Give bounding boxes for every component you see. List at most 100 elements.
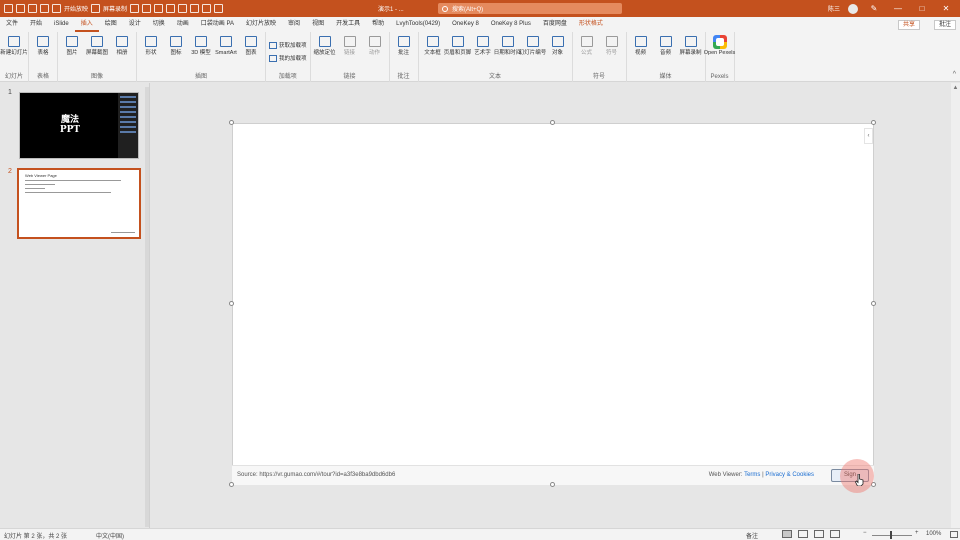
resize-handle-tl[interactable] (229, 120, 234, 125)
customize-qat-icon[interactable] (214, 4, 224, 13)
slide-thumbnail-2[interactable]: Web Viewer Page (17, 168, 141, 239)
search-box[interactable]: 搜索(Alt+Q) (438, 3, 622, 14)
text-icon[interactable] (166, 4, 176, 13)
ribbon-button-3-0[interactable]: 形状 (140, 35, 162, 56)
resize-handle-r[interactable] (871, 301, 876, 306)
tab-15[interactable]: OneKey 8 (446, 17, 485, 32)
tab-13[interactable]: 帮助 (366, 17, 390, 32)
ribbon-button-9-2[interactable]: 屏幕录制 (680, 35, 702, 56)
tab-8[interactable]: 口袋动画 PA (195, 17, 240, 32)
tab-12[interactable]: 开发工具 (330, 17, 366, 32)
resize-handle-b[interactable] (550, 482, 555, 487)
ribbon-button-9-0[interactable]: 视频 (630, 35, 652, 56)
ribbon-button-1-0[interactable]: 表格 (32, 35, 54, 56)
ribbon-button-8-0[interactable]: 公式 (576, 35, 598, 56)
pen-icon[interactable]: ✎ (866, 4, 882, 13)
ribbon-button-7-4[interactable]: 幻灯片编号 (519, 35, 546, 56)
align-right-icon[interactable] (154, 4, 164, 13)
maximize-button[interactable]: □ (914, 4, 930, 13)
avatar[interactable] (848, 3, 858, 14)
resize-handle-l[interactable] (229, 301, 234, 306)
tab-11[interactable]: 视图 (306, 17, 330, 32)
tab-10[interactable]: 审阅 (282, 17, 306, 32)
undo-icon[interactable] (16, 4, 25, 13)
ribbon-button-3-2[interactable]: 3D 模型 (190, 35, 212, 56)
chevron-left-icon[interactable]: ‹ (864, 128, 873, 144)
slide-sorter-icon[interactable] (798, 530, 808, 538)
redo-icon[interactable] (28, 4, 37, 13)
ribbon-button-8-1[interactable]: 符号 (601, 35, 623, 56)
scroll-up-icon[interactable]: ▲ (952, 85, 959, 91)
user-name[interactable]: 陈三 (828, 4, 840, 13)
qat-label-screen-record[interactable]: 屏幕录制 (103, 4, 127, 13)
tab-14[interactable]: LvyhTools(0429) (390, 17, 446, 32)
zoom-out-icon[interactable]: − (863, 530, 867, 536)
slide-thumbnail-1[interactable]: 魔法 PPT (19, 92, 139, 159)
notes-button[interactable]: 备注 (746, 531, 758, 540)
ribbon-button-3-1[interactable]: 图标 (165, 35, 187, 56)
shape-icon[interactable] (190, 4, 200, 13)
addin-item-0[interactable]: 获取加载项 (269, 41, 307, 49)
tab-9[interactable]: 幻灯片放映 (240, 17, 282, 32)
save-icon[interactable] (4, 4, 13, 13)
minimize-button[interactable]: — (890, 4, 906, 13)
ribbon-button-7-3[interactable]: 日期和时间 (494, 35, 521, 56)
tab-3[interactable]: 插入 (74, 17, 99, 32)
align-left-icon[interactable] (130, 4, 140, 13)
terms-link[interactable]: Terms (744, 472, 760, 478)
ribbon-button-10-0[interactable]: Open Pexels (704, 35, 735, 56)
slideshow-icon[interactable] (52, 4, 61, 13)
zoom-slider[interactable] (872, 535, 912, 536)
ribbon-button-7-2[interactable]: 艺术字 (472, 35, 494, 56)
resize-handle-t[interactable] (550, 120, 555, 125)
align-center-icon[interactable] (142, 4, 152, 13)
ribbon-button-0-0[interactable]: 新建幻灯片 (0, 35, 28, 56)
ribbon-button-7-0[interactable]: 文本框 (422, 35, 444, 56)
close-button[interactable]: ✕ (938, 4, 954, 13)
ribbon-button-2-2[interactable]: 相册 (111, 35, 133, 56)
table-icon[interactable] (202, 4, 212, 13)
ribbon-button-6-0[interactable]: 批注 (393, 35, 415, 56)
tab-16[interactable]: OneKey 8 Plus (485, 17, 537, 32)
slideshow-view-icon[interactable] (830, 530, 840, 538)
ribbon-button-9-1[interactable]: 音频 (655, 35, 677, 56)
comment-button[interactable]: 批注 (933, 20, 956, 30)
tab-18[interactable]: 形状格式 (573, 17, 609, 32)
tab-2[interactable]: iSlide (48, 17, 75, 32)
reading-view-icon[interactable] (814, 530, 824, 538)
current-slide[interactable] (232, 123, 874, 485)
zoom-in-icon[interactable]: + (915, 530, 919, 536)
collapse-ribbon-icon[interactable]: ^ (953, 71, 956, 78)
ribbon-button-3-3[interactable]: SmartArt (215, 35, 237, 56)
thumbnail-scrollbar[interactable] (145, 87, 149, 527)
tab-5[interactable]: 设计 (123, 17, 147, 32)
qat-label-start-show[interactable]: 开始放映 (64, 4, 88, 13)
ribbon-button-3-4[interactable]: 图表 (240, 35, 262, 56)
ribbon-button-7-1[interactable]: 页眉和页脚 (444, 35, 471, 56)
record-icon[interactable] (91, 4, 101, 13)
ribbon-button-2-1[interactable]: 屏幕截图 (86, 35, 108, 56)
fit-slide-icon[interactable] (950, 531, 958, 538)
tab-6[interactable]: 切换 (147, 17, 171, 32)
vertical-scrollbar[interactable]: ▲ (951, 83, 960, 528)
resize-handle-tr[interactable] (871, 120, 876, 125)
tab-4[interactable]: 绘图 (99, 17, 123, 32)
normal-view-icon[interactable] (782, 530, 792, 538)
ribbon-button-5-2[interactable]: 动作 (364, 35, 386, 56)
resize-handle-bl[interactable] (229, 482, 234, 487)
tab-1[interactable]: 开始 (24, 17, 48, 32)
share-button[interactable]: 共享 (897, 20, 920, 30)
zoom-level[interactable]: 100% (926, 531, 941, 537)
addin-item-1[interactable]: 我的加载项 (269, 54, 307, 62)
ribbon-button-7-5[interactable]: 对象 (547, 35, 569, 56)
ribbon-button-5-1[interactable]: 链接 (339, 35, 361, 56)
tab-0[interactable]: 文件 (0, 17, 24, 32)
ribbon-button-5-0[interactable]: 缩放定位 (314, 35, 336, 56)
grid-icon[interactable] (178, 4, 188, 13)
tab-7[interactable]: 动画 (171, 17, 195, 32)
privacy-link[interactable]: Privacy & Cookies (765, 472, 814, 478)
zoom-slider-thumb[interactable] (890, 531, 892, 539)
tab-17[interactable]: 百度网盘 (537, 17, 573, 32)
ribbon-button-2-0[interactable]: 图片 (61, 35, 83, 56)
language-indicator[interactable]: 中文(中国) (96, 531, 124, 540)
